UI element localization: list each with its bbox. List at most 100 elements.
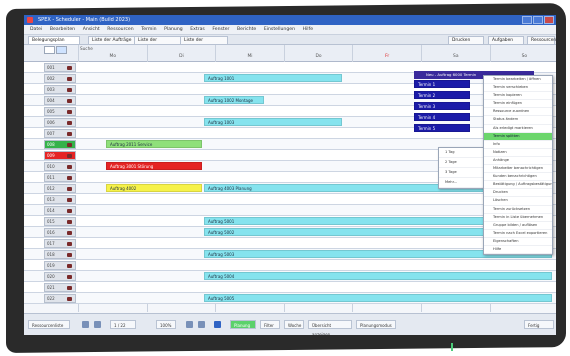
context-menu-item[interactable]: Gruppe bilden / auflösen xyxy=(484,222,552,230)
refresh-icon[interactable] xyxy=(214,321,221,328)
resource-row-header[interactable]: 002 xyxy=(44,74,76,83)
filter-icon[interactable] xyxy=(56,46,67,54)
day-column-header[interactable]: Sa xyxy=(421,53,490,61)
menu-ansicht[interactable]: Ansicht xyxy=(83,25,100,34)
new-icon[interactable] xyxy=(44,46,55,54)
resource-row-header[interactable]: 004 xyxy=(44,96,76,105)
zoom-value[interactable]: 100% xyxy=(156,320,176,329)
context-menu-item[interactable]: Bestätigung / Auftragsbestätigung xyxy=(484,181,552,190)
context-menu-item[interactable]: Kunden benachrichtigen xyxy=(484,173,552,182)
resource-row[interactable]: 019 xyxy=(24,260,556,271)
resource-row-header[interactable]: 012 xyxy=(44,184,76,193)
context-menu-item[interactable]: Anhänge xyxy=(484,157,552,166)
resource-row[interactable]: 021 xyxy=(24,282,556,293)
day-column-header[interactable]: Mo xyxy=(78,53,147,61)
resource-row[interactable]: 007 xyxy=(24,128,556,139)
context-menu-item[interactable]: Drucken xyxy=(484,189,552,198)
resource-row-header[interactable]: 001 xyxy=(44,63,76,72)
menu-berichte[interactable]: Berichte xyxy=(237,25,256,34)
print-button[interactable]: Drucken xyxy=(448,36,484,44)
submenu-item[interactable]: Mehr... xyxy=(439,178,485,188)
resource-row-header[interactable]: 006 xyxy=(44,118,76,127)
minimize-button[interactable] xyxy=(522,16,532,24)
menu-hilfe[interactable]: Hilfe xyxy=(303,25,313,34)
selected-appointment-item[interactable]: Termin 1 xyxy=(414,80,470,88)
mode-badge[interactable]: Planung xyxy=(230,320,256,329)
resource-row-header[interactable]: 011 xyxy=(44,173,76,182)
appointment-bar[interactable]: Auftrag 5004 xyxy=(204,272,552,280)
tab-belegungsplan[interactable]: Belegungsplan xyxy=(28,36,80,44)
selected-appointment-item[interactable]: Termin 2 xyxy=(414,91,470,99)
resource-row[interactable]: 016 Auftrag 5002 xyxy=(24,227,556,238)
resource-row-header[interactable]: 016 xyxy=(44,228,76,237)
tab-auftraege[interactable]: Liste der Aufträge xyxy=(88,36,140,44)
status-filter[interactable]: Filter xyxy=(260,320,280,329)
context-menu-item[interactable]: Termin zurücksetzen xyxy=(484,206,552,214)
day-column-header[interactable]: So xyxy=(489,53,556,61)
day-column-header[interactable]: Fr xyxy=(352,53,421,61)
maximize-button[interactable] xyxy=(533,16,543,24)
context-menu-item[interactable]: Termin einfügen xyxy=(484,100,552,109)
menu-einstellungen[interactable]: Einstellungen xyxy=(264,25,295,34)
resource-plan-button[interactable]: Ressourcenplan xyxy=(527,36,556,44)
context-menu-item[interactable]: Termin in Liste übernehmen xyxy=(484,214,552,222)
appointment-bar[interactable]: Auftrag 2011 Service xyxy=(106,140,202,148)
context-menu-item[interactable]: Info xyxy=(484,141,552,149)
status-resource-list[interactable]: Ressourcenliste xyxy=(28,320,70,329)
resource-row[interactable]: 005 xyxy=(24,106,556,117)
appointment-bar[interactable]: Auftrag 1001 xyxy=(204,74,342,82)
selected-appointment-item[interactable]: Termin 5 xyxy=(414,124,470,132)
menu-termin[interactable]: Termin xyxy=(141,25,156,34)
resource-row[interactable]: 022 Auftrag 5005 xyxy=(24,293,556,304)
resource-row[interactable]: 017 xyxy=(24,238,556,249)
resource-row-header[interactable]: 009 xyxy=(44,151,76,160)
context-menu-item[interactable]: Mitarbeiter benachrichtigen xyxy=(484,165,552,174)
submenu-item[interactable]: 1 Tag xyxy=(439,148,485,158)
resource-row-header[interactable]: 021 xyxy=(44,283,76,292)
next-page-icon[interactable] xyxy=(186,321,193,328)
resource-row-header[interactable]: 014 xyxy=(44,206,76,215)
resource-row-header[interactable]: 003 xyxy=(44,85,76,94)
menu-bearbeiten[interactable]: Bearbeiten xyxy=(50,25,75,34)
resource-row-header[interactable]: 005 xyxy=(44,107,76,116)
context-menu-item[interactable]: Termin verschieben xyxy=(484,84,552,93)
resource-row-header[interactable]: 013 xyxy=(44,195,76,204)
appointment-bar[interactable]: Auftrag 4002 xyxy=(106,184,202,192)
context-menu-item[interactable]: Termin splitten xyxy=(484,132,552,141)
resource-row[interactable]: 015 Auftrag 5001 xyxy=(24,216,556,227)
resource-row-header[interactable]: 007 xyxy=(44,129,76,138)
status-week[interactable]: Woche xyxy=(284,320,304,329)
context-menu-item[interactable]: Eigenschaften xyxy=(484,238,552,246)
tab-personen[interactable]: Liste der Personen xyxy=(180,36,228,51)
context-menu-item[interactable]: Löschen xyxy=(484,197,552,206)
resource-row-header[interactable]: 017 xyxy=(44,239,76,248)
submenu-item[interactable]: 2 Tage xyxy=(439,158,485,168)
close-button[interactable] xyxy=(544,16,554,24)
resource-row-header[interactable]: 022 xyxy=(44,294,76,303)
selected-appointment-item[interactable]: Termin 3 xyxy=(414,102,470,110)
status-planning-mode[interactable]: Planungsmodus xyxy=(356,320,396,329)
appointment-bar[interactable]: Auftrag 1003 xyxy=(204,118,342,126)
context-menu-item[interactable]: Termin kopieren xyxy=(484,92,552,101)
last-page-icon[interactable] xyxy=(198,321,205,328)
day-column-header[interactable]: Do xyxy=(283,53,353,61)
context-menu-item[interactable]: Ressource zuordnen xyxy=(484,108,552,117)
context-menu-item[interactable]: Status ändern xyxy=(484,116,552,125)
resource-row[interactable]: 003 xyxy=(24,84,556,95)
appointment-bar[interactable]: Auftrag 3001 Störung xyxy=(106,162,202,170)
resource-row-header[interactable]: 020 xyxy=(44,272,76,281)
menu-planung[interactable]: Planung xyxy=(164,25,183,34)
prev-page-icon[interactable] xyxy=(94,321,101,328)
menu-ressourcen[interactable]: Ressourcen xyxy=(107,25,133,34)
menu-datei[interactable]: Datei xyxy=(30,25,42,34)
context-menu-item[interactable]: Als erledigt markieren xyxy=(484,125,552,133)
show-tasks-button[interactable]: Aufgaben zeigen xyxy=(488,36,524,51)
resource-row[interactable]: 006 Auftrag 1003 xyxy=(24,117,556,128)
resource-row[interactable]: 018 Auftrag 5003 xyxy=(24,249,556,260)
resource-row-header[interactable]: 010 xyxy=(44,162,76,171)
submenu-item[interactable]: 3 Tage xyxy=(439,168,485,178)
status-overview[interactable]: Übersicht anzeigen xyxy=(308,320,352,335)
resource-row-header[interactable]: 008 xyxy=(44,140,76,149)
day-column-header[interactable]: Di xyxy=(146,53,216,61)
context-menu-item[interactable]: Termin bearbeiten / öffnen xyxy=(484,76,552,85)
